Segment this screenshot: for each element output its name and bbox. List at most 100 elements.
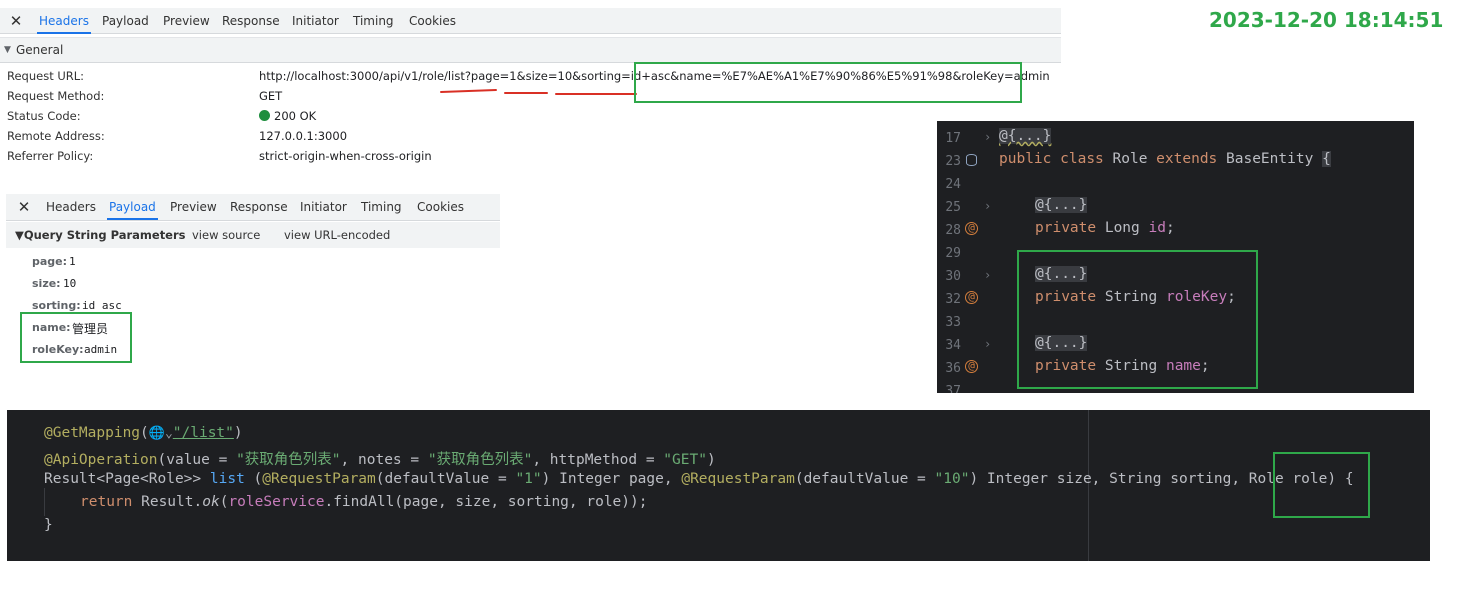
param-key: page: — [32, 255, 68, 268]
tab-timing[interactable]: Timing — [361, 194, 402, 220]
close-icon[interactable]: ✕ — [14, 194, 34, 220]
param-key: size: — [32, 277, 61, 290]
request-url-label: Request URL: — [7, 69, 85, 83]
code-text: ) Integer page, — [541, 471, 682, 487]
timestamp: 2023-12-20 18:14:51 — [1209, 8, 1444, 32]
tab-cookies[interactable]: Cookies — [417, 194, 464, 220]
query-string-section-header[interactable]: ▼Query String Parameters view source vie… — [6, 222, 500, 248]
line-number: 29 — [945, 246, 961, 261]
line-number: 17 — [945, 131, 961, 146]
code-line: } — [44, 517, 53, 533]
referrer-policy-label: Referrer Policy: — [7, 149, 94, 163]
status-code-value: 200 OK — [274, 109, 317, 123]
annotation-gutter-icon[interactable]: @ — [965, 222, 978, 235]
highlight-name-rolekey-params — [20, 312, 132, 363]
string-literal: "1" — [515, 471, 542, 487]
folded-annotation[interactable]: @{...} — [1035, 197, 1088, 213]
method-name: ok — [202, 494, 220, 510]
referrer-policy-value: strict-origin-when-cross-origin — [259, 149, 432, 163]
fold-arrow-icon[interactable]: › — [984, 199, 991, 213]
param-value: 10 — [63, 277, 77, 290]
class-name: Role — [1112, 151, 1148, 167]
indent-guide — [44, 488, 45, 516]
line-number: 37 — [945, 384, 961, 393]
code-text: (defaultValue = — [375, 471, 516, 487]
keyword: private — [1035, 220, 1097, 236]
tab-headers[interactable]: Headers — [46, 194, 96, 220]
string-literal: "10" — [934, 471, 970, 487]
close-icon[interactable]: ✕ — [6, 8, 26, 34]
tab-payload[interactable]: Payload — [102, 8, 149, 34]
keyword: extends — [1156, 151, 1218, 167]
field-name: id — [1148, 220, 1166, 236]
database-icon — [966, 154, 977, 166]
status-code-row: 200 OK — [259, 109, 316, 123]
string-literal: "GET" — [663, 452, 707, 468]
code-line: @GetMapping(🌐⌄"/list") — [44, 425, 243, 441]
tab-preview[interactable]: Preview — [163, 8, 210, 34]
code-text: , httpMethod = — [532, 452, 664, 468]
tab-cookies[interactable]: Cookies — [409, 8, 456, 34]
tab-headers[interactable]: Headers — [37, 8, 91, 34]
view-source-link[interactable]: view source — [192, 222, 260, 248]
status-code-label: Status Code: — [7, 109, 81, 123]
underline-size — [504, 92, 548, 94]
line-number: 30 — [945, 269, 961, 284]
payload-tabbar: ✕ Headers Payload Preview Response Initi… — [6, 194, 500, 221]
fold-arrow-icon[interactable]: › — [984, 268, 991, 282]
field-name: roleService — [228, 494, 325, 510]
semicolon: ; — [1165, 220, 1175, 236]
tab-timing[interactable]: Timing — [353, 8, 394, 34]
globe-icon[interactable]: 🌐⌄ — [149, 426, 173, 441]
underline-sorting — [555, 93, 637, 95]
code-text: .findAll(page, size, sorting, role)); — [324, 494, 648, 510]
general-section-header[interactable]: ▼ General — [0, 37, 1061, 63]
param-value: id asc — [82, 299, 122, 312]
code-text: ) — [706, 452, 716, 468]
code-line: private Long id; — [1035, 220, 1175, 236]
code-line: Result<Page<Role>> list (@RequestParam(d… — [44, 471, 1354, 487]
tab-response[interactable]: Response — [230, 194, 288, 220]
fold-arrow-icon[interactable]: › — [984, 337, 991, 351]
line-number: 23 — [945, 154, 961, 169]
fold-arrow-icon[interactable]: › — [984, 130, 991, 144]
remote-address-label: Remote Address: — [7, 129, 105, 143]
annotation-gutter-icon[interactable]: @ — [965, 291, 978, 304]
code-line: public class Role extends BaseEntity { — [999, 151, 1331, 167]
tab-initiator[interactable]: Initiator — [292, 8, 339, 34]
triangle-down-icon: ▼ — [4, 45, 11, 55]
status-ok-icon — [259, 110, 270, 121]
view-url-encoded-link[interactable]: view URL-encoded — [284, 222, 390, 248]
tab-payload[interactable]: Payload — [107, 194, 158, 220]
annotation: @ApiOperation — [44, 452, 158, 468]
line-number: 32 — [945, 292, 961, 307]
remote-address-value: 127.0.0.1:3000 — [259, 129, 348, 143]
line-number: 24 — [945, 177, 961, 192]
highlight-url-query — [634, 62, 1022, 103]
brace: { — [1322, 151, 1331, 167]
highlight-rolekey-name-fields — [1017, 250, 1258, 389]
super-class-name: BaseEntity — [1226, 151, 1314, 167]
keyword: return — [80, 494, 133, 510]
request-method-label: Request Method: — [7, 89, 105, 103]
tab-initiator[interactable]: Initiator — [300, 194, 347, 220]
annotation: @RequestParam — [262, 471, 376, 487]
code-text: ( — [244, 471, 263, 487]
folded-annotation[interactable]: @{...} — [999, 128, 1052, 144]
tab-response[interactable]: Response — [222, 8, 280, 34]
annotation-gutter-icon[interactable]: @ — [965, 360, 978, 373]
string-literal: "/list" — [172, 425, 234, 441]
tab-preview[interactable]: Preview — [170, 194, 217, 220]
param-key: sorting: — [32, 299, 81, 312]
section-title: General — [16, 43, 64, 57]
annotation: @GetMapping — [44, 425, 141, 441]
param-value: 1 — [69, 255, 76, 268]
code-line: @{...} — [1035, 197, 1088, 213]
paren: ( — [140, 425, 149, 441]
annotation: @RequestParam — [681, 471, 795, 487]
code-line: @{...} — [999, 128, 1052, 144]
code-line: return Result.ok(roleService.findAll(pag… — [80, 494, 647, 510]
line-number: 36 — [945, 361, 961, 376]
paren: ) — [233, 425, 243, 441]
string-literal: "获取角色列表" — [236, 452, 341, 468]
